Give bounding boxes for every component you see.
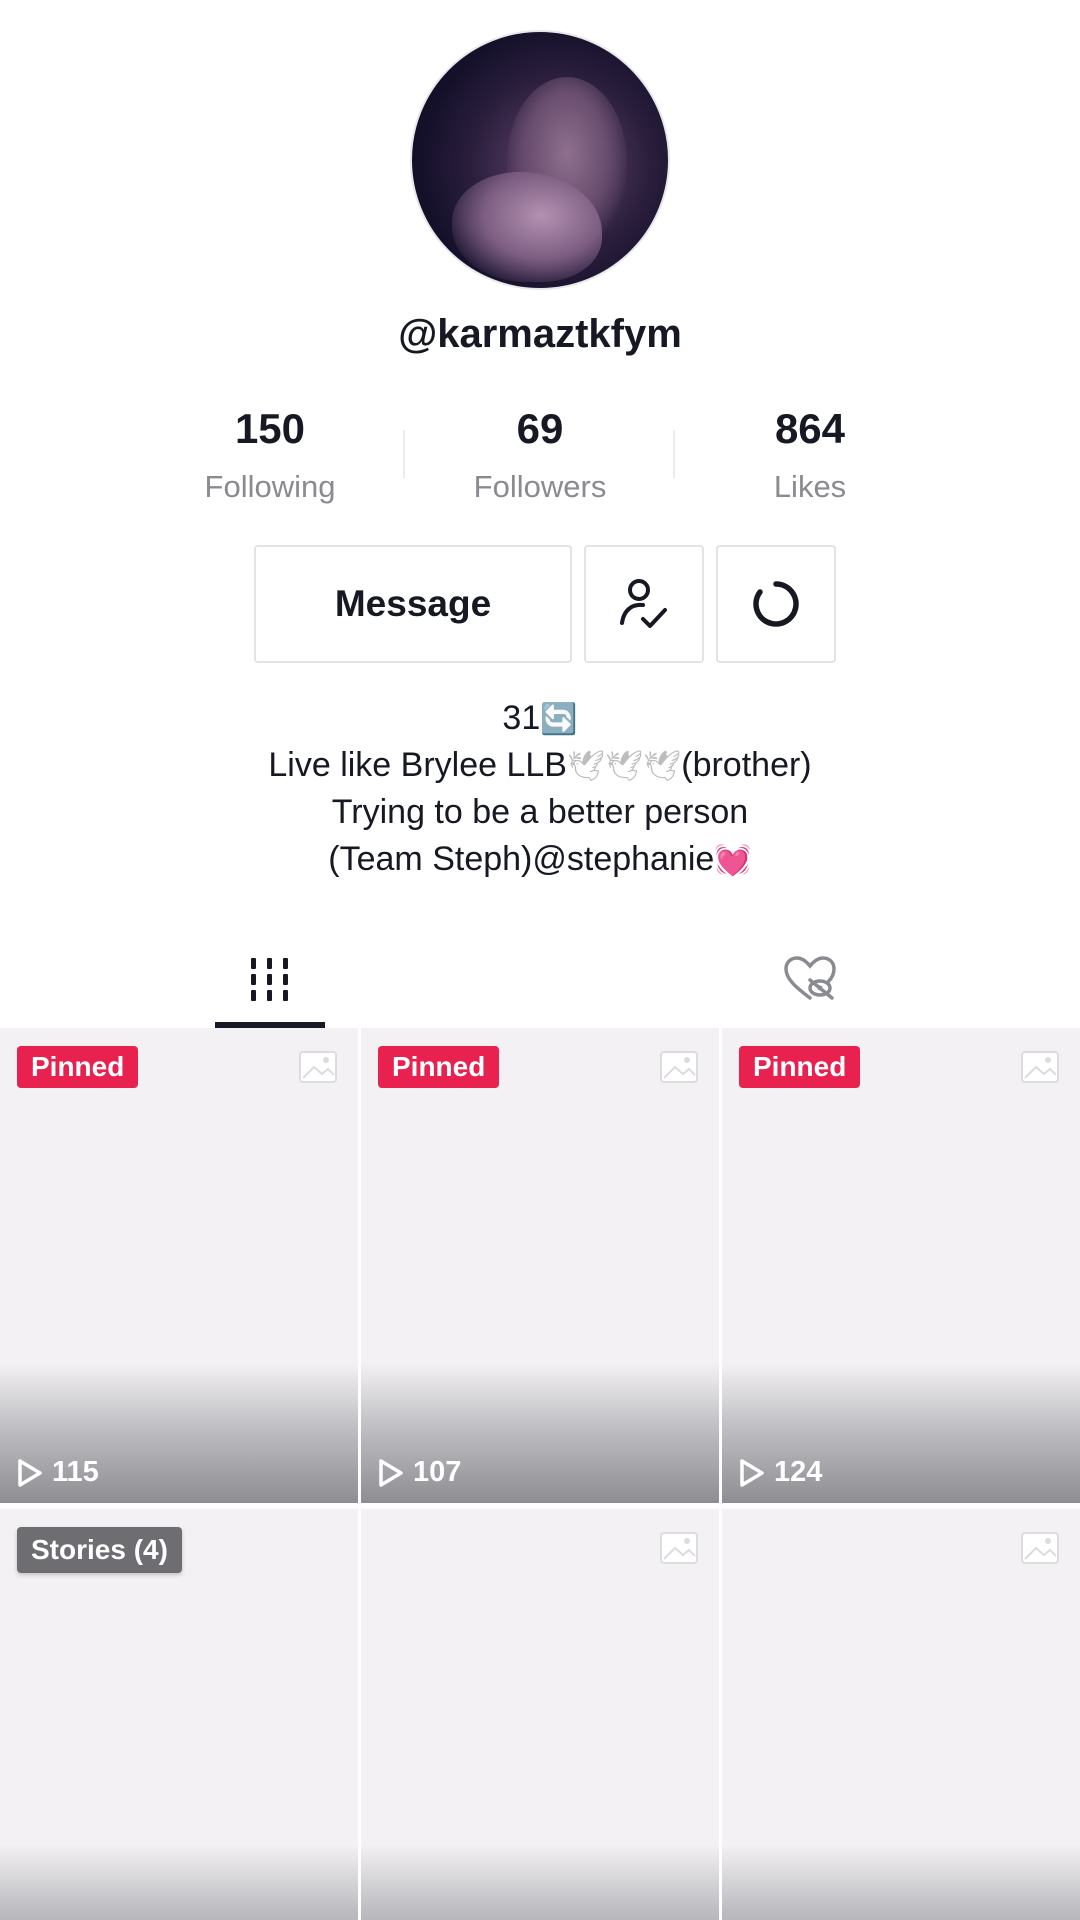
- play-count-value: 115: [52, 1456, 99, 1488]
- bio-line-2-suffix: (brother): [681, 746, 812, 784]
- stories-badge: Stories (4): [17, 1527, 182, 1573]
- profile-bio: 31🔄 Live like Brylee LLB🕊🕊🕊(brother) Try…: [0, 695, 1080, 883]
- video-grid: Pinned 115 Pinned 107 Pinned 124 Stories…: [0, 1028, 1080, 1920]
- tile-gradient: [0, 1844, 358, 1920]
- bio-line-2: Live like Brylee LLB🕊🕊🕊(brother): [0, 742, 1080, 789]
- profile-tabs: [0, 930, 1080, 1028]
- stat-followers[interactable]: 69 Followers: [405, 400, 675, 516]
- play-icon: [379, 1458, 403, 1487]
- likes-count: 864: [774, 405, 846, 452]
- followers-label: Followers: [473, 469, 607, 504]
- profile-username: @karmaztkfym: [398, 312, 682, 356]
- profile-avatar[interactable]: [410, 30, 670, 290]
- following-label: Following: [204, 469, 336, 504]
- following-count: 150: [234, 405, 306, 452]
- likes-label: Likes: [773, 469, 847, 504]
- bio-line-1-text: 31: [502, 699, 541, 737]
- tab-liked[interactable]: [770, 930, 850, 1028]
- image-placeholder-icon: [299, 1051, 337, 1083]
- tile-gradient: [361, 1844, 719, 1920]
- video-tile[interactable]: Pinned 115: [0, 1028, 358, 1503]
- video-tile[interactable]: Stories (4): [0, 1509, 358, 1920]
- liked-hidden-icon: [784, 956, 836, 1000]
- loading-spinner-icon: [753, 581, 799, 627]
- play-icon: [18, 1458, 42, 1487]
- bio-line-4: (Team Steph)@stephanie💓: [0, 836, 1080, 883]
- video-tile[interactable]: [361, 1509, 719, 1920]
- play-count-value: 124: [774, 1456, 823, 1488]
- bio-line-4-text[interactable]: (Team Steph)@stephanie: [328, 840, 714, 878]
- message-button[interactable]: Message: [254, 545, 572, 663]
- image-placeholder-icon: [1021, 1532, 1059, 1564]
- video-tile[interactable]: [722, 1509, 1080, 1920]
- play-icon: [740, 1458, 764, 1487]
- followers-count: 69: [516, 405, 564, 452]
- pinned-badge: Pinned: [17, 1046, 139, 1088]
- following-status-button[interactable]: [584, 545, 704, 663]
- video-tile[interactable]: Pinned 107: [361, 1028, 719, 1503]
- video-tile[interactable]: Pinned 124: [722, 1028, 1080, 1503]
- tab-videos[interactable]: [215, 930, 325, 1028]
- tile-gradient: [722, 1844, 1080, 1920]
- pinned-badge: Pinned: [739, 1046, 861, 1088]
- stat-following[interactable]: 150 Following: [135, 400, 405, 516]
- bio-line-2-emoji: 🕊🕊🕊: [566, 749, 682, 784]
- video-grid-icon: [251, 958, 288, 1001]
- pinned-badge: Pinned: [378, 1046, 500, 1088]
- image-placeholder-icon: [1021, 1051, 1059, 1083]
- play-count-value: 107: [413, 1456, 462, 1488]
- bio-line-1: 31🔄: [0, 695, 1080, 742]
- bio-line-1-emoji: 🔄: [540, 702, 578, 737]
- play-count: 107: [377, 1456, 461, 1489]
- image-placeholder-icon: [660, 1051, 698, 1083]
- play-count: 115: [16, 1456, 99, 1489]
- image-placeholder-icon: [660, 1532, 698, 1564]
- bio-line-2-text: Live like Brylee LLB: [268, 746, 567, 784]
- more-options-button[interactable]: [716, 545, 836, 663]
- bio-line-3: Trying to be a better person: [331, 793, 749, 831]
- bio-line-4-emoji: 💓: [714, 843, 752, 878]
- profile-stats: 150 Following 69 Followers 864 Likes: [135, 400, 945, 510]
- play-count: 124: [738, 1456, 822, 1489]
- user-check-icon: [620, 579, 667, 628]
- stat-likes[interactable]: 864 Likes: [675, 400, 945, 516]
